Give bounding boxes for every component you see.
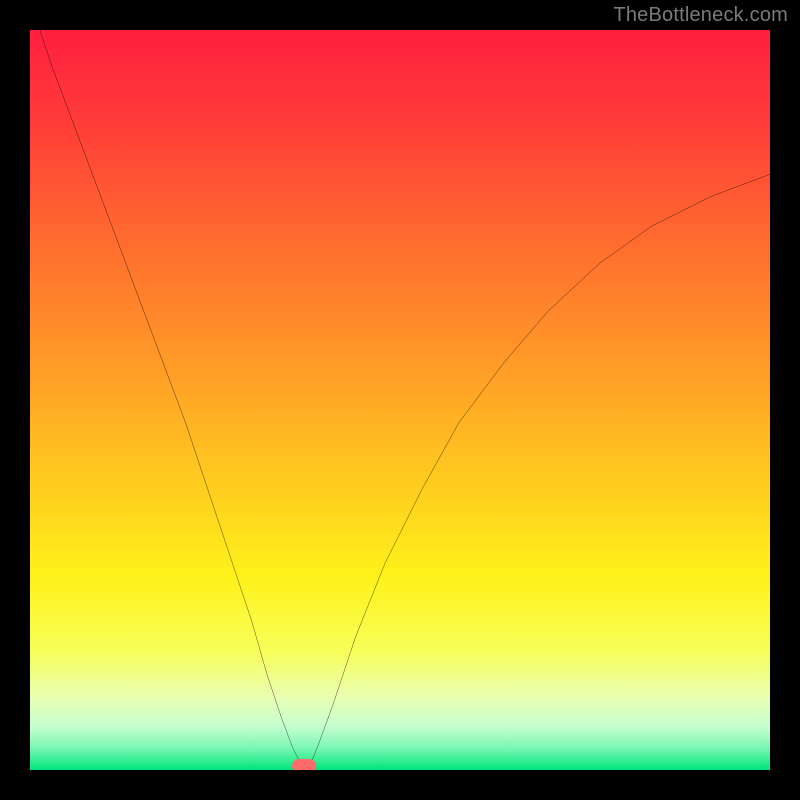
chart-frame: TheBottleneck.com: [0, 0, 800, 800]
watermark-text: TheBottleneck.com: [613, 4, 788, 27]
plot-area: [30, 30, 770, 770]
min-marker: [292, 759, 316, 770]
curve-layer: [30, 30, 770, 770]
bottleneck-curve: [30, 30, 770, 768]
